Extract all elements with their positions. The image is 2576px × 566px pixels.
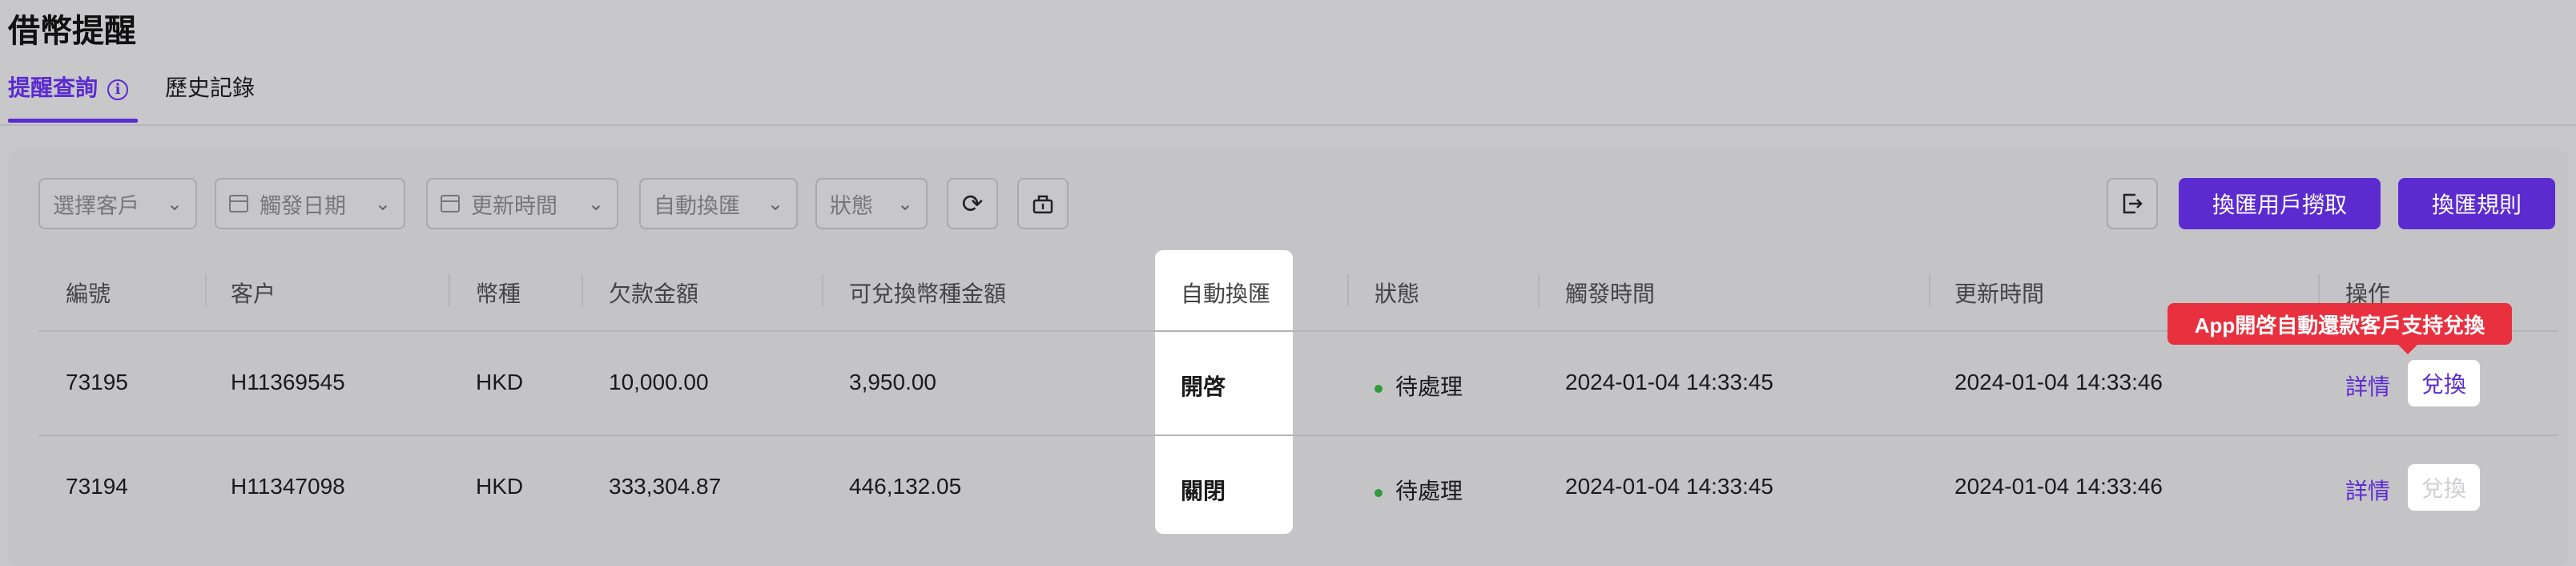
- cell-exchangeable: 3,950.00: [849, 370, 936, 394]
- detail-link[interactable]: 詳情: [2345, 370, 2390, 402]
- calendar-icon: [229, 195, 248, 212]
- col-auto-exchange: 自動換匯: [1181, 281, 1271, 306]
- cell-trigger-time: 2024-01-04 14:33:45: [1565, 474, 1773, 499]
- cell-update-time: 2024-01-04 14:33:46: [1954, 474, 2163, 499]
- tab-alert-query[interactable]: 提醒查詢 i: [8, 71, 129, 103]
- cell-update-time: 2024-01-04 14:33:46: [1954, 370, 2163, 394]
- status-placeholder: 狀態: [830, 193, 873, 218]
- column-divider: [449, 274, 450, 306]
- col-currency: 幣種: [476, 281, 521, 306]
- cell-exchangeable: 446,132.05: [849, 474, 962, 499]
- customer-select[interactable]: 選擇客戶 ⌄: [38, 178, 197, 229]
- trigger-date-picker[interactable]: 觸發日期 ⌄: [215, 178, 405, 229]
- tab-label: 提醒查詢: [8, 75, 99, 100]
- exchange-tooltip: App開啓自動還款客戶支持兌換: [2167, 303, 2512, 345]
- detail-link[interactable]: 詳情: [2345, 474, 2390, 506]
- exchange-user-fetch-button[interactable]: 換匯用戶撈取: [2179, 178, 2381, 229]
- cell-debt: 333,304.87: [609, 474, 722, 499]
- trigger-date-placeholder: 觸發日期: [260, 193, 346, 218]
- cell-debt: 10,000.00: [609, 370, 709, 394]
- column-divider: [582, 274, 583, 306]
- update-time-placeholder: 更新時間: [471, 193, 557, 218]
- calendar-icon: [441, 195, 460, 212]
- cell-customer: H11347098: [231, 474, 345, 499]
- status-text: 待處理: [1395, 374, 1463, 399]
- status-dot-icon: [1375, 384, 1383, 393]
- auto-exchange-select[interactable]: 自動換匯 ⌄: [639, 178, 798, 229]
- cell-auto-exchange: 開啓: [1181, 374, 1226, 399]
- cell-id: 73194: [66, 474, 128, 499]
- cell-auto-exchange: 關閉: [1181, 479, 1226, 503]
- tooltip-arrow: [2398, 345, 2417, 354]
- col-exchangeable: 可兌換幣種金額: [849, 281, 1007, 306]
- column-divider: [1538, 274, 1540, 306]
- chevron-down-icon: ⌄: [767, 192, 783, 215]
- column-divider: [205, 274, 207, 306]
- status-text: 待處理: [1395, 479, 1463, 503]
- cell-trigger-time: 2024-01-04 14:33:45: [1565, 370, 1773, 394]
- cell-currency: HKD: [476, 370, 524, 394]
- cell-currency: HKD: [476, 474, 524, 499]
- chevron-down-icon: ⌄: [166, 192, 183, 215]
- column-divider: [2318, 274, 2320, 306]
- update-time-picker[interactable]: 更新時間 ⌄: [426, 178, 618, 229]
- col-id: 編號: [66, 281, 111, 306]
- refresh-button[interactable]: ⟳: [947, 178, 998, 229]
- info-icon[interactable]: i: [107, 79, 129, 100]
- cell-status: 待處理: [1375, 474, 1463, 506]
- exchange-button-disabled[interactable]: 兌換: [2408, 464, 2480, 511]
- export-button[interactable]: [2107, 178, 2158, 229]
- col-customer: 客户: [231, 281, 276, 306]
- clear-icon: [1032, 195, 1053, 214]
- status-dot-icon: [1375, 488, 1383, 497]
- col-status: 狀態: [1375, 281, 1420, 306]
- column-divider: [1347, 274, 1349, 306]
- exchange-rules-button[interactable]: 換匯規則: [2398, 178, 2555, 229]
- page-title: 借幣提醒: [8, 14, 136, 49]
- cell-customer: H11369545: [231, 370, 345, 394]
- col-trigger-time: 觸發時間: [1565, 281, 1656, 306]
- active-tab-indicator: [8, 119, 138, 123]
- col-debt: 欠款金額: [609, 281, 699, 306]
- status-select[interactable]: 狀態 ⌄: [815, 178, 928, 229]
- export-icon: [2123, 193, 2143, 214]
- column-divider: [822, 274, 823, 306]
- customer-select-placeholder: 選擇客戶: [53, 193, 139, 218]
- clear-button[interactable]: [1017, 178, 1069, 229]
- tab-history[interactable]: 歷史記錄: [165, 71, 255, 103]
- auto-exchange-placeholder: 自動換匯: [654, 193, 740, 218]
- tab-divider: [0, 124, 2576, 126]
- refresh-icon: ⟳: [961, 189, 984, 218]
- chevron-down-icon: ⌄: [374, 192, 391, 215]
- col-update-time: 更新時間: [1954, 281, 2045, 306]
- chevron-down-icon: ⌄: [896, 192, 913, 215]
- chevron-down-icon: ⌄: [587, 192, 604, 215]
- cell-id: 73195: [66, 370, 128, 394]
- row-divider: [38, 435, 2558, 436]
- exchange-button[interactable]: 兌換: [2408, 360, 2480, 406]
- cell-status: 待處理: [1375, 370, 1463, 402]
- column-divider: [1929, 274, 1930, 306]
